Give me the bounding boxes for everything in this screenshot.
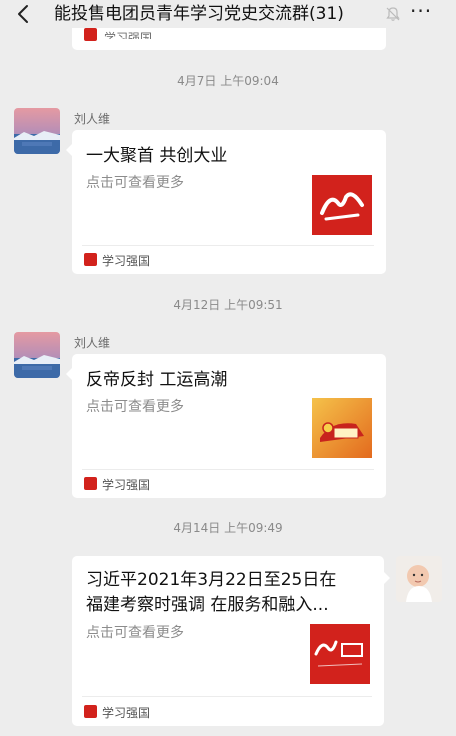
card-divider: [82, 469, 374, 470]
avatar-baby-image: [396, 556, 442, 602]
shared-article-card[interactable]: 习近平2021年3月22日至25日在 福建考察时强调 在服务和融入... 点击可…: [72, 556, 390, 726]
card-title: 一大聚首 共创大业: [86, 146, 228, 166]
card-source-name: 学习强国: [102, 478, 151, 492]
card-description: 点击可查看更多: [86, 625, 184, 641]
avatar[interactable]: [14, 108, 60, 154]
card-source-name: 学习强国: [104, 31, 153, 39]
xuexi-source-icon: [84, 477, 97, 490]
avatar[interactable]: [14, 332, 60, 378]
xuexi-source-icon: [84, 705, 97, 718]
more-options-button[interactable]: ···: [410, 1, 438, 23]
shared-article-card[interactable]: 反帝反封 工运高潮 点击可查看更多 学习强国: [66, 354, 386, 498]
card-title-line: 福建考察时强调 在服务和融入...: [86, 595, 329, 615]
xuexi-source-icon: [84, 28, 97, 41]
card-title-line: 习近平2021年3月22日至25日在: [86, 570, 337, 590]
message-timestamp: 4月12日 上午09:51: [173, 298, 283, 312]
card-divider: [82, 245, 374, 246]
card-title: 习近平2021年3月22日至25日在 福建考察时强调 在服务和融入...: [86, 568, 370, 618]
avatar-lake-image: [14, 332, 60, 378]
card-source-name: 学习强国: [102, 254, 151, 268]
party-emblem-100-image: [312, 398, 372, 458]
chat-title: 能投售电团员青年学习党史交流群(31): [54, 4, 344, 24]
card-divider: [82, 696, 372, 697]
chat-header: 能投售电团员青年学习党史交流群(31) ···: [0, 0, 456, 28]
shared-article-card[interactable]: 一大聚首 共创大业 点击可查看更多 学习强国: [66, 130, 386, 274]
xuexi-qiangguo-logo: [310, 624, 370, 684]
avatar-lake-image: [14, 108, 60, 154]
xuexi-source-icon: [84, 253, 97, 266]
sender-name: 刘人维: [74, 336, 111, 350]
bell-muted-icon: [386, 7, 400, 21]
message-timestamp: 4月7日 上午09:04: [177, 74, 279, 88]
card-description: 点击可查看更多: [86, 399, 184, 415]
chevron-left-icon[interactable]: [12, 2, 36, 26]
card-title: 反帝反封 工运高潮: [86, 370, 228, 390]
xuexi-red-logo: [312, 175, 372, 235]
card-source-name: 学习强国: [102, 706, 151, 720]
card-description: 点击可查看更多: [86, 175, 184, 191]
avatar[interactable]: [396, 556, 442, 602]
sender-name: 刘人维: [74, 112, 111, 126]
message-timestamp: 4月14日 上午09:49: [173, 521, 283, 535]
